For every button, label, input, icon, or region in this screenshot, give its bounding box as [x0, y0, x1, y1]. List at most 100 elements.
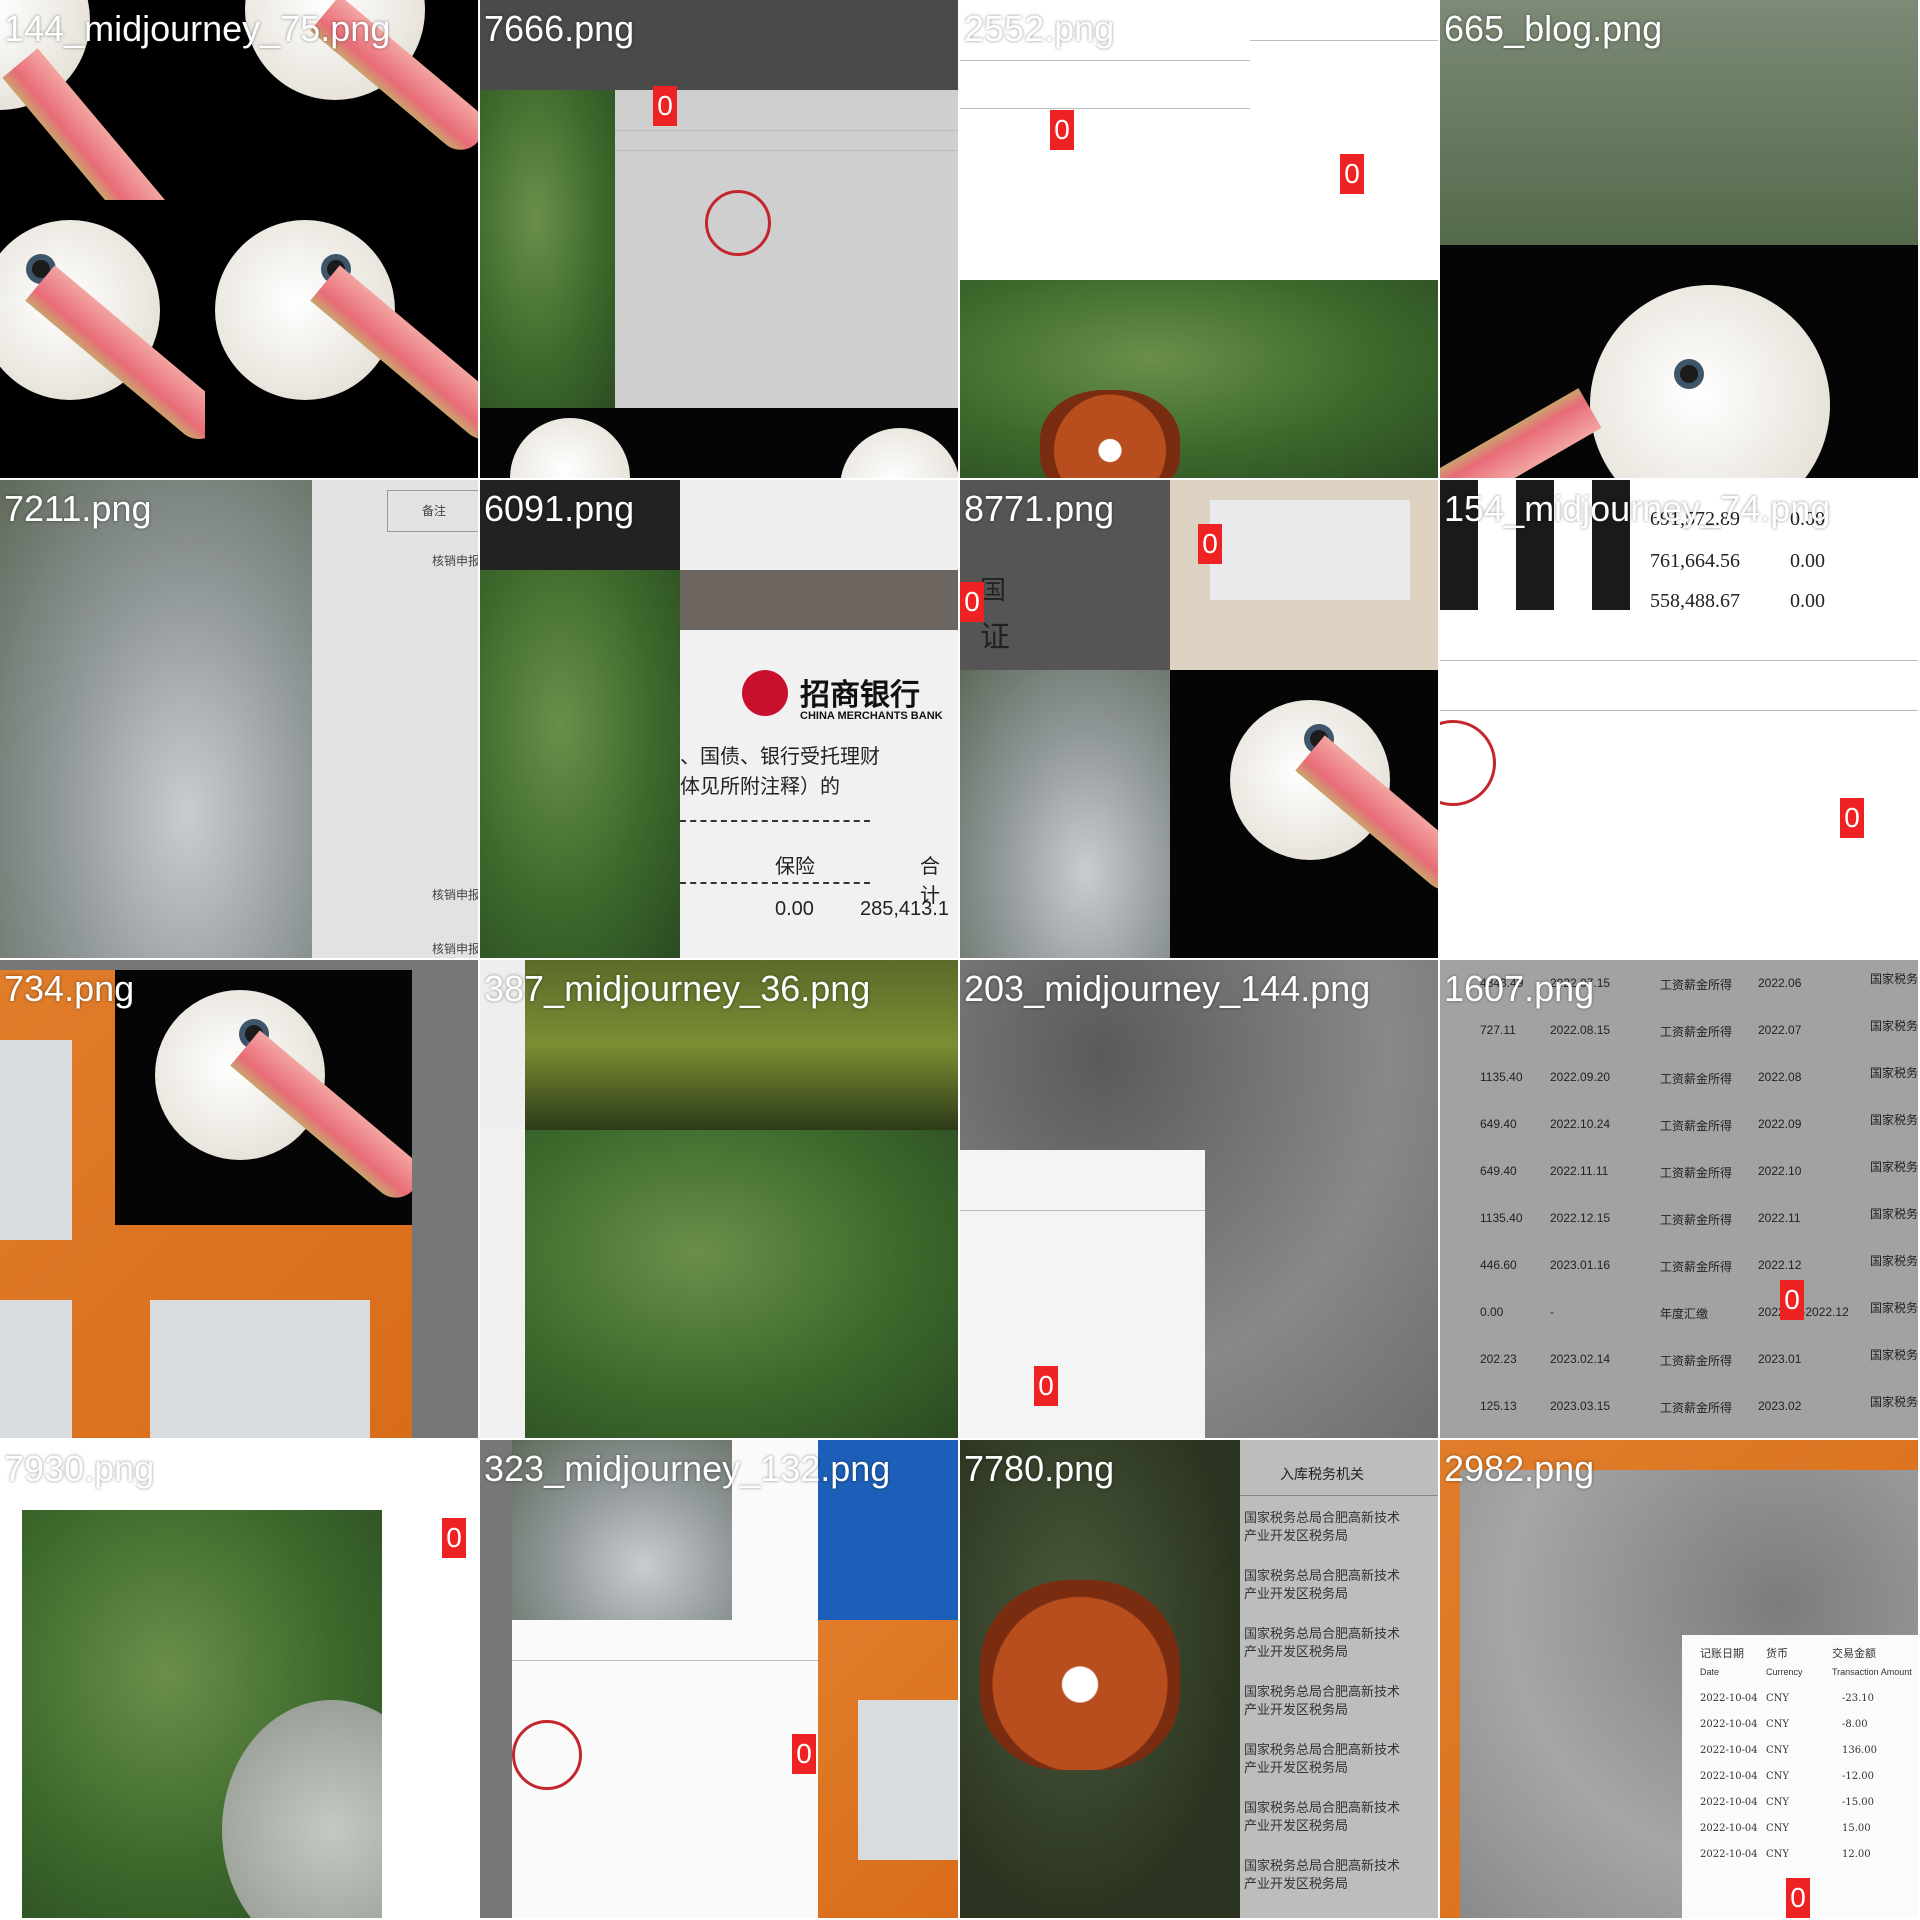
statement-date: 2022-10-04	[1700, 1719, 1758, 1730]
statement-currency: CNY	[1766, 1719, 1790, 1730]
tax-authority: 国家税务总局合肥高新技术产业开发区税务局	[1870, 1301, 1918, 1315]
blurred-bird-crop	[960, 670, 1170, 958]
total-value: 285,413.1	[860, 898, 949, 920]
statement-currency: CNY	[1766, 1745, 1790, 1756]
tax-table-row: 125.13 2023.03.15 工资薪金所得 2023.02 国家税务总局合肥高新技…	[1440, 1383, 1918, 1429]
statement-amount: 15.00	[1842, 1823, 1871, 1834]
bank-document-crop: 招商银行 CHINA MERCHANTS BANK 、国债、银行受托理财 体见所…	[680, 630, 958, 958]
statement-currency: CNY	[1766, 1823, 1790, 1834]
zero-value: 0.00	[1790, 550, 1825, 572]
tax-table-crop: 4343.492022.07.15工资薪金所得2022.06国家税务总局合肥高新…	[1440, 960, 1918, 1438]
statement-col-header-en: Transaction Amount	[1832, 1667, 1912, 1677]
tile-filename: 2982.png	[1444, 1448, 1595, 1489]
amount: 1135.40	[1480, 1070, 1523, 1084]
statement-date: 2022-10-04	[1700, 1745, 1758, 1756]
foliage-crop	[480, 570, 680, 958]
income-type: 工资薪金所得	[1660, 978, 1733, 992]
tax-table-row: 649.40 2022.11.11 工资薪金所得 2022.10 国家税务总局合肥高新技…	[1440, 1148, 1918, 1194]
tile-734: 734.png	[0, 960, 478, 1438]
amount: 446.60	[1480, 1258, 1517, 1272]
income-type: 工资薪金所得	[1660, 1401, 1733, 1415]
tax-authority: 国家税务总局合肥高新技术产业开发区税务局	[1870, 1207, 1918, 1221]
statement-col-header: 交易金额	[1832, 1648, 1876, 1660]
tax-authority: 国家税务总局合肥高新技术产业开发区税务局	[1870, 1160, 1918, 1174]
income-type: 工资薪金所得	[1660, 1119, 1733, 1133]
tile-7211: 备注 核销申报 核销申报 核销申报 7211.png	[0, 480, 478, 958]
tile-6091: 招商银行 CHINA MERCHANTS BANK 、国债、银行受托理财 体见所…	[480, 480, 958, 958]
tax-table-row: 446.60 2023.01.16 工资薪金所得 2022.12 国家税务总局合肥高新技…	[1440, 1242, 1918, 1288]
certificate-crop	[512, 1440, 818, 1918]
detection-box: 0	[442, 1518, 466, 1558]
detection-box: 0	[1780, 1280, 1804, 1320]
tax-table-row: 727.11 2022.08.15 工资薪金所得 2022.07 国家税务总局合肥高新技…	[1440, 1007, 1918, 1053]
tax-authority: 国家税务总局合肥高新技术产业开发区税务局	[1870, 1395, 1918, 1409]
pay-date: 2022.12.15	[1550, 1211, 1611, 1225]
document-crop: 备注 核销申报 核销申报 核销申报	[312, 480, 478, 958]
tile-filename: 7930.png	[4, 1448, 155, 1489]
period: 2022.07	[1758, 1023, 1802, 1037]
bank-logo-icon	[742, 670, 788, 716]
tile-387: 387_midjourney_36.png	[480, 960, 958, 1438]
insurance-label: 保险	[775, 854, 815, 878]
tile-filename: 1607.png	[1444, 968, 1595, 1009]
tax-table-row: 0.00-年度汇缴2022.01-2022.12国家税务总局合肥高新技术产业开发…	[1440, 1289, 1918, 1335]
tile-filename: 203_midjourney_144.png	[964, 968, 1371, 1009]
tax-authority-column: 入库税务机关 国家税务总局合肥高新技术产业开发区税务局 国家税务总局合肥高新技术产…	[1240, 1440, 1438, 1918]
pelican-crop	[1440, 245, 1918, 478]
tax-authority: 国家税务总局合肥高新技术产业开发区税务局	[1244, 1801, 1401, 1834]
detection-box: 0	[960, 582, 984, 622]
tax-authority: 国家税务总局合肥高新技术产业开发区税务局	[1870, 1066, 1918, 1080]
doc-char: 证	[980, 620, 1010, 655]
doc-text: 备注	[422, 504, 447, 518]
tile-filename: 144_midjourney_75.png	[4, 8, 391, 49]
tax-authority: 国家税务总局合肥高新技术产业开发区税务局	[1244, 1511, 1401, 1544]
amount: 649.40	[1480, 1117, 1517, 1131]
period: 2023.01	[1758, 1352, 1802, 1366]
statement-crop	[1250, 0, 1438, 280]
pelican-crop-4	[205, 200, 478, 478]
tax-authority: 国家税务总局合肥高新技术产业开发区税务局	[1870, 1113, 1918, 1127]
statement-amount: -15.00	[1842, 1797, 1875, 1808]
texture-crop	[680, 570, 958, 630]
tax-authority: 国家税务总局合肥高新技术产业开发区税务局	[1870, 1019, 1918, 1033]
tile-8771: 国 证 0 0 8771.png	[960, 480, 1438, 958]
statement-amount: -23.10	[1842, 1693, 1875, 1704]
period: 2022.10	[1758, 1164, 1802, 1178]
doc-text: 核销申报	[432, 942, 478, 956]
tile-filename: 7211.png	[4, 488, 152, 529]
document-sliver	[480, 1130, 525, 1438]
amount: 125.13	[1480, 1399, 1517, 1413]
tile-filename: 154_midjourney_74.png	[1444, 488, 1831, 529]
detection-box: 0	[1840, 798, 1864, 838]
tile-filename: 7780.png	[964, 1448, 1115, 1489]
tax-authority: 国家税务总局合肥高新技术产业开发区税务局	[1244, 1859, 1401, 1892]
pay-date: -	[1550, 1305, 1554, 1319]
statement-date: 2022-10-04	[1700, 1849, 1758, 1860]
tile-203: 0 203_midjourney_144.png	[960, 960, 1438, 1438]
pay-date: 2022.09.20	[1550, 1070, 1611, 1084]
detection-box: 0	[1786, 1878, 1810, 1918]
statement-currency: CNY	[1766, 1693, 1790, 1704]
tile-filename: 6091.png	[484, 488, 635, 529]
statement-col-header: 货币	[1766, 1648, 1788, 1660]
tax-authority: 国家税务总局合肥高新技术产业开发区税务局	[1870, 1348, 1918, 1362]
amount: 1135.40	[1480, 1211, 1523, 1225]
income-type: 工资薪金所得	[1660, 1072, 1733, 1086]
pelican-crop	[115, 970, 412, 1225]
tax-authority: 国家税务总局合肥高新技术产业开发区税务局	[1870, 1254, 1918, 1268]
column-header: 入库税务机关	[1280, 1467, 1364, 1483]
income-type: 工资薪金所得	[1660, 1166, 1733, 1180]
foliage-crop	[22, 1510, 382, 1918]
tax-authority: 国家税务总局合肥高新技术产业开发区税务局	[1244, 1685, 1401, 1718]
pay-date: 2022.08.15	[1550, 1023, 1611, 1037]
document-crop	[615, 90, 958, 408]
bank-name-en: CHINA MERCHANTS BANK	[800, 710, 943, 722]
tile-2982: 记账日期 Date 货币 Currency 交易金额 Transaction Amount…	[1440, 1440, 1918, 1918]
tile-665: 665_blog.png	[1440, 0, 1918, 478]
tile-323: 0 323_midjourney_132.png	[480, 1440, 958, 1918]
statement-currency: CNY	[1766, 1771, 1790, 1782]
tile-filename: 734.png	[4, 968, 135, 1009]
tile-7666: 0 7666.png	[480, 0, 958, 478]
statement-date: 2022-10-04	[1700, 1797, 1758, 1808]
statement-col-header-en: Date	[1700, 1667, 1720, 1677]
